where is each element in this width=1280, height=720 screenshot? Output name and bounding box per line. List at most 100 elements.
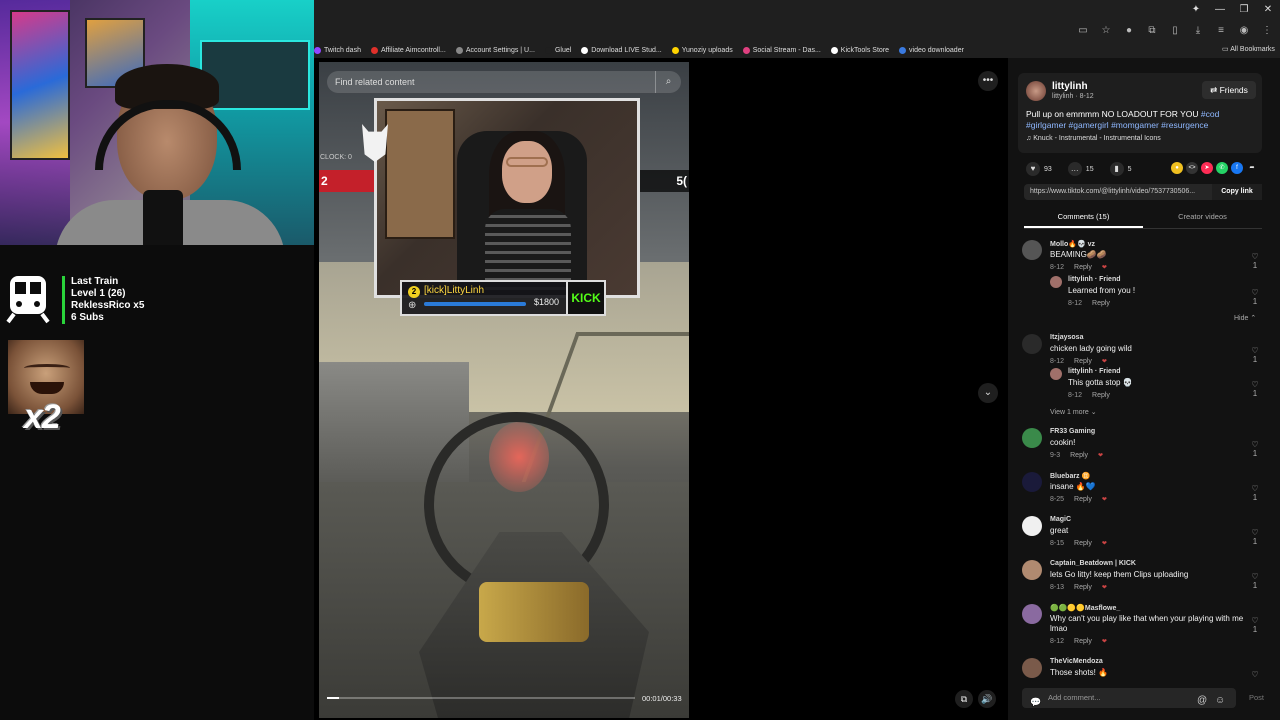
star-icon[interactable]: ☆ xyxy=(1099,24,1113,38)
reply-button[interactable]: Reply xyxy=(1070,452,1088,459)
heart-icon[interactable]: ♡ xyxy=(1250,288,1260,297)
restore-icon[interactable]: ❐ xyxy=(1232,0,1256,20)
heart-icon[interactable]: ♡ xyxy=(1250,616,1260,625)
heart-icon[interactable]: ♥ xyxy=(1026,162,1040,176)
comment-like[interactable]: ♡ 1 xyxy=(1250,346,1260,364)
comment-like[interactable]: ♡ 1 xyxy=(1250,252,1260,270)
author-name[interactable]: littylinh xyxy=(1052,81,1088,92)
cast-icon[interactable]: ▭ xyxy=(1076,24,1090,38)
reply-button[interactable]: Reply xyxy=(1074,540,1092,547)
bookmark-item[interactable]: video downloader xyxy=(899,46,964,54)
bookmark-item[interactable]: Gluel xyxy=(544,46,571,54)
search-icon[interactable]: ⌕ xyxy=(655,71,681,93)
pip-icon[interactable]: ⧉ xyxy=(955,690,973,708)
comment-username[interactable]: Bluebarz ♊ xyxy=(1050,472,1090,480)
reply-button[interactable]: Reply xyxy=(1092,392,1110,399)
heart-icon[interactable]: ♡ xyxy=(1250,252,1260,261)
comment-like[interactable]: ♡ 1 xyxy=(1250,380,1260,398)
bookmark-item[interactable]: Account Settings | U... xyxy=(455,46,535,54)
comment-username[interactable]: TheVicMendoza xyxy=(1050,658,1103,665)
mention-icon[interactable]: @ xyxy=(1197,691,1207,711)
video-progress-bar[interactable] xyxy=(327,697,635,699)
commenter-avatar[interactable] xyxy=(1022,560,1042,580)
music-credit[interactable]: ♫ Knuck - Instrumental - Instrumental Ic… xyxy=(1026,135,1161,142)
comment-username[interactable]: littylinh · Friend xyxy=(1068,368,1121,375)
menu-icon[interactable]: ⋮ xyxy=(1260,24,1274,38)
related-search-input[interactable]: Find related content ⌕ xyxy=(327,71,681,93)
heart-icon[interactable]: ♡ xyxy=(1250,572,1260,581)
commenter-avatar[interactable] xyxy=(1022,658,1042,678)
volume-icon[interactable]: 🔊 xyxy=(978,690,996,708)
all-bookmarks[interactable]: ▭ All Bookmarks xyxy=(1222,45,1275,53)
coin-icon[interactable]: ● xyxy=(1171,162,1183,174)
bookmark-item[interactable]: Affiliate Aimcontroll... xyxy=(370,46,446,54)
comment-like[interactable]: ♡ 1 xyxy=(1250,572,1260,590)
ai-icon[interactable]: ✦ xyxy=(1184,0,1208,20)
reply-button[interactable]: Reply xyxy=(1074,584,1092,591)
comment-like[interactable]: ♡ 1 xyxy=(1250,528,1260,546)
minimize-icon[interactable]: — xyxy=(1208,0,1232,20)
heart-icon[interactable]: ♡ xyxy=(1250,484,1260,493)
commenter-avatar[interactable] xyxy=(1022,472,1042,492)
friends-button[interactable]: ⇄ Friends xyxy=(1202,81,1256,99)
hashtag[interactable]: #momgamer xyxy=(1111,120,1159,130)
tab-creator-videos[interactable]: Creator videos xyxy=(1143,209,1262,228)
comment-username[interactable]: Captain_Beatdown | KICK xyxy=(1050,560,1136,567)
comment-like[interactable]: ♡ xyxy=(1250,670,1260,679)
reply-button[interactable]: Reply xyxy=(1074,638,1092,645)
commenter-avatar[interactable] xyxy=(1050,368,1062,380)
post-comment-button[interactable]: Post xyxy=(1249,688,1264,708)
copy-link-button[interactable]: Copy link xyxy=(1212,184,1262,200)
close-icon[interactable]: ✕ xyxy=(1256,0,1280,20)
profile-icon[interactable]: ◉ xyxy=(1237,24,1251,38)
reply-button[interactable]: Reply xyxy=(1074,358,1092,365)
comment-like[interactable]: ♡ 1 xyxy=(1250,288,1260,306)
share-arrow-icon[interactable]: ➦ xyxy=(1246,162,1258,174)
sidepanel-icon[interactable]: ▯ xyxy=(1168,24,1182,38)
comment-username[interactable]: Itzjaysosa xyxy=(1050,334,1083,341)
comment-username[interactable]: littylinh · Friend xyxy=(1068,276,1121,283)
comment-like[interactable]: ♡ 1 xyxy=(1250,484,1260,502)
reply-button[interactable]: Reply xyxy=(1092,300,1110,307)
comment-icon[interactable]: … xyxy=(1067,162,1082,176)
comment-username[interactable]: FR33 Gaming xyxy=(1050,428,1095,435)
heart-icon[interactable]: ♡ xyxy=(1250,670,1260,679)
comment-like[interactable]: ♡ 1 xyxy=(1250,616,1260,634)
heart-icon[interactable]: ♡ xyxy=(1250,346,1260,355)
embed-icon[interactable]: <> xyxy=(1186,162,1198,174)
bookmark-item[interactable]: Yunoziy uploads xyxy=(671,46,733,54)
hashtag[interactable]: #girlgamer xyxy=(1026,120,1066,130)
extension-icon[interactable]: ● xyxy=(1122,24,1136,38)
commenter-avatar[interactable] xyxy=(1050,276,1062,288)
facebook-icon[interactable]: f xyxy=(1231,162,1243,174)
heart-icon[interactable]: ♡ xyxy=(1250,528,1260,537)
author-avatar[interactable] xyxy=(1026,81,1046,101)
download-icon[interactable]: ⤓ xyxy=(1191,24,1205,38)
comment-like[interactable]: ♡ 1 xyxy=(1250,440,1260,458)
bookmark-icon[interactable]: ▮ xyxy=(1109,162,1124,176)
send-icon[interactable]: ➤ xyxy=(1201,162,1213,174)
tab-comments[interactable]: Comments (15) xyxy=(1024,209,1143,228)
reply-button[interactable]: Reply xyxy=(1074,496,1092,503)
reply-button[interactable]: Reply xyxy=(1074,264,1092,271)
bookmark-item[interactable]: Twitch dash xyxy=(314,46,361,54)
more-options-icon[interactable]: ••• xyxy=(978,71,998,91)
hashtag[interactable]: #gamergirl xyxy=(1069,120,1109,130)
commenter-avatar[interactable] xyxy=(1022,516,1042,536)
comment-input[interactable]: 💬 Add comment... @ ☺ xyxy=(1022,688,1236,708)
commenter-avatar[interactable] xyxy=(1022,604,1042,624)
commenter-avatar[interactable] xyxy=(1022,334,1042,354)
post-link-field[interactable]: https://www.tiktok.com/@littylinh/video/… xyxy=(1024,184,1262,200)
emoji-icon[interactable]: ☺ xyxy=(1215,691,1225,711)
bookmark-item[interactable]: Download LIVE Stud... xyxy=(581,46,662,54)
commenter-avatar[interactable] xyxy=(1022,428,1042,448)
commenter-avatar[interactable] xyxy=(1022,240,1042,260)
heart-icon[interactable]: ♡ xyxy=(1250,380,1260,389)
hashtag[interactable]: #cod xyxy=(1201,109,1219,119)
whatsapp-icon[interactable]: ✆ xyxy=(1216,162,1228,174)
comment-username[interactable]: MagiC xyxy=(1050,516,1071,523)
hashtag[interactable]: #resurgence xyxy=(1161,120,1208,130)
bookmark-item[interactable]: KickTools Store xyxy=(830,46,889,54)
extension-icon[interactable]: ≡ xyxy=(1214,24,1228,38)
comment-username[interactable]: 🟢🟢🟡🟡Masflowe_ xyxy=(1050,604,1120,612)
